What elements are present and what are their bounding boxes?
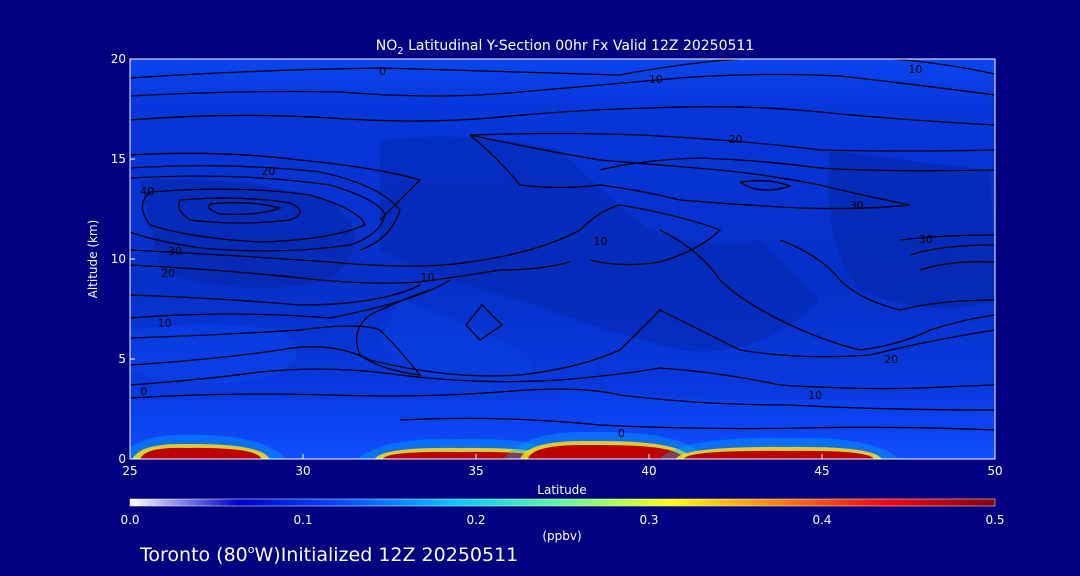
contour-label: 10 — [649, 73, 663, 86]
colorbar-tick-label: 0.5 — [985, 513, 1004, 527]
contour-label: 30 — [168, 245, 182, 258]
colorbar-tick-label: 0.0 — [120, 513, 139, 527]
y-axis-label: Altitude (km) — [86, 220, 100, 299]
colorbar-ticks: 0.0 0.1 0.2 0.3 0.4 0.5 — [120, 513, 1004, 527]
x-tick-label: 50 — [987, 464, 1002, 478]
y-tick-label: 0 — [118, 452, 126, 466]
contour-label: 20 — [161, 267, 175, 280]
y-tick-label: 10 — [111, 252, 126, 266]
footer-location: Toronto (80oW)Initialized 12Z 20250511 — [139, 543, 518, 566]
colorbar: 0.0 0.1 0.2 0.3 0.4 0.5 (ppbv) — [120, 498, 1005, 543]
contour-label: 20 — [884, 353, 898, 366]
x-tick-label: 40 — [641, 464, 656, 478]
contour-label: 10 — [594, 235, 608, 248]
contour-label: 20 — [729, 133, 743, 146]
plot-area: 0 10 10 20 20 40 30 30 30 20 10 10 10 20 10 0 0 — [130, 59, 995, 459]
contour-label: 0 — [618, 427, 625, 440]
colorbar-bar — [129, 498, 996, 507]
contour-label: 10 — [421, 271, 435, 284]
contour-label: 10 — [808, 389, 822, 402]
colorbar-tick-label: 0.2 — [466, 513, 485, 527]
x-tick-label: 35 — [468, 464, 483, 478]
x-tick-label: 25 — [122, 464, 137, 478]
colorbar-label: (ppbv) — [542, 529, 581, 543]
contour-label: 30 — [850, 199, 864, 212]
y-tick-label: 20 — [111, 52, 126, 66]
contour-label: 30 — [919, 233, 933, 246]
contour-label: 20 — [261, 165, 275, 178]
y-tick-label: 5 — [118, 352, 126, 366]
contour-label: 40 — [140, 185, 154, 198]
colorbar-tick-label: 0.3 — [639, 513, 658, 527]
y-tick-label: 15 — [111, 152, 126, 166]
x-axis-label: Latitude — [537, 483, 586, 497]
x-tick-label: 45 — [814, 464, 829, 478]
contour-label: 10 — [158, 317, 172, 330]
colorbar-tick-label: 0.4 — [812, 513, 831, 527]
contour-label: 0 — [379, 65, 386, 78]
chart-title: NO2 Latitudinal Y-Section 00hr Fx Valid … — [376, 38, 754, 57]
x-tick-label: 30 — [295, 464, 310, 478]
contour-label: 10 — [908, 63, 922, 76]
contour-label: 0 — [140, 385, 147, 398]
chart-figure: NO2 Latitudinal Y-Section 00hr Fx Valid … — [86, 38, 1005, 566]
colorbar-tick-label: 0.1 — [293, 513, 312, 527]
